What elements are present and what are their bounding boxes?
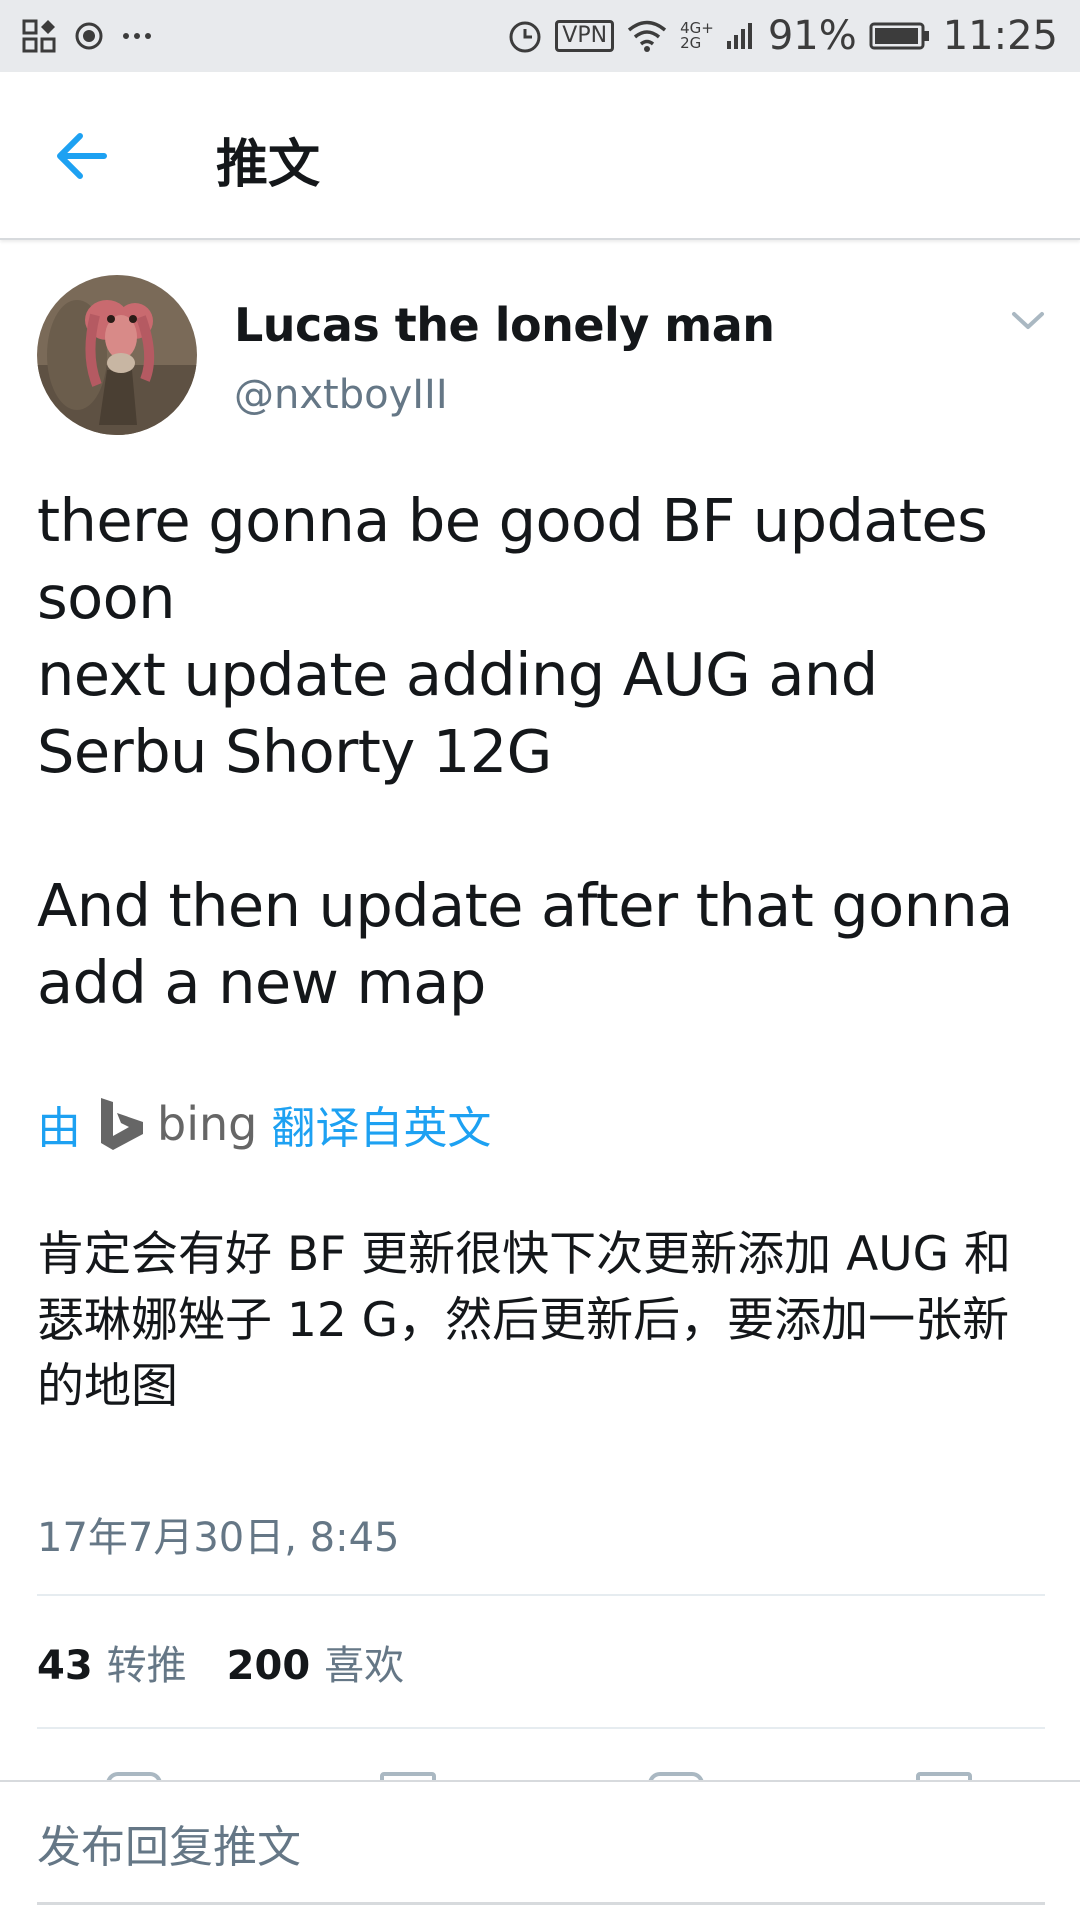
tweet-timestamp: 17年7月30日, 8:45 [37, 1515, 400, 1561]
reply-input[interactable]: 发布回复推文 [37, 1810, 1045, 1886]
chevron-down-icon [1012, 312, 1044, 329]
tweet-text: there gonna be good BF updates soon next… [37, 486, 1013, 1017]
battery-percent: 91% [767, 13, 857, 59]
bing-wordmark: bing [157, 1097, 258, 1151]
bing-icon [101, 1098, 143, 1150]
translated-text: 肯定会有好 BF 更新很快下次更新添加 AUG 和瑟琳娜矬子 12 G，然后更新… [37, 1227, 1012, 1414]
status-left-icons [22, 16, 152, 56]
wifi-icon [626, 19, 668, 53]
vpn-icon: VPN [555, 20, 615, 52]
likes-count: 200 [226, 1643, 311, 1689]
alarm-icon [507, 18, 543, 54]
reply-bar: 发布回复推文 [0, 1780, 1080, 1920]
app-grid-icon [22, 19, 56, 53]
signal-icon [726, 21, 756, 51]
likes-label: 喜欢 [324, 1643, 405, 1689]
divider [37, 1594, 1045, 1596]
tweet-menu-button[interactable] [1008, 300, 1048, 340]
avatar[interactable] [37, 275, 197, 435]
network-bottom-label: 2G [680, 34, 702, 52]
status-bar: VPN 4G+ 2G 91% 11:25 [0, 0, 1080, 72]
action-bar [0, 1762, 1080, 1782]
divider [37, 1727, 1045, 1729]
retweets-stat[interactable]: 43 转推 [37, 1633, 187, 1691]
retweets-label: 转推 [106, 1643, 187, 1689]
top-app-bar: 推文 [0, 72, 1080, 240]
translate-link[interactable]: 由 bing 翻译自英文 [37, 1092, 491, 1156]
reply-input-underline [37, 1902, 1045, 1905]
arrow-left-icon [57, 133, 107, 179]
likes-stat[interactable]: 200 喜欢 [227, 1633, 405, 1691]
record-icon [74, 21, 104, 51]
author-handle[interactable]: @nxtboyIII [234, 372, 448, 418]
translate-suffix: 翻译自英文 [271, 1103, 492, 1154]
tweet-stats: 43 转推 200 喜欢 [37, 1634, 444, 1690]
clock: 11:25 [942, 13, 1058, 59]
battery-icon [869, 21, 931, 51]
status-right-icons: VPN 4G+ 2G 91% 11:25 [507, 12, 1058, 60]
translate-prefix: 由 [37, 1103, 81, 1154]
more-dots-icon [122, 31, 152, 41]
retweets-count: 43 [37, 1643, 93, 1689]
network-type: 4G+ 2G [680, 21, 714, 51]
back-button[interactable] [52, 128, 112, 184]
author-name[interactable]: Lucas the lonely man [234, 298, 775, 352]
bing-logo: bing [99, 1096, 257, 1152]
page-title: 推文 [216, 135, 321, 195]
